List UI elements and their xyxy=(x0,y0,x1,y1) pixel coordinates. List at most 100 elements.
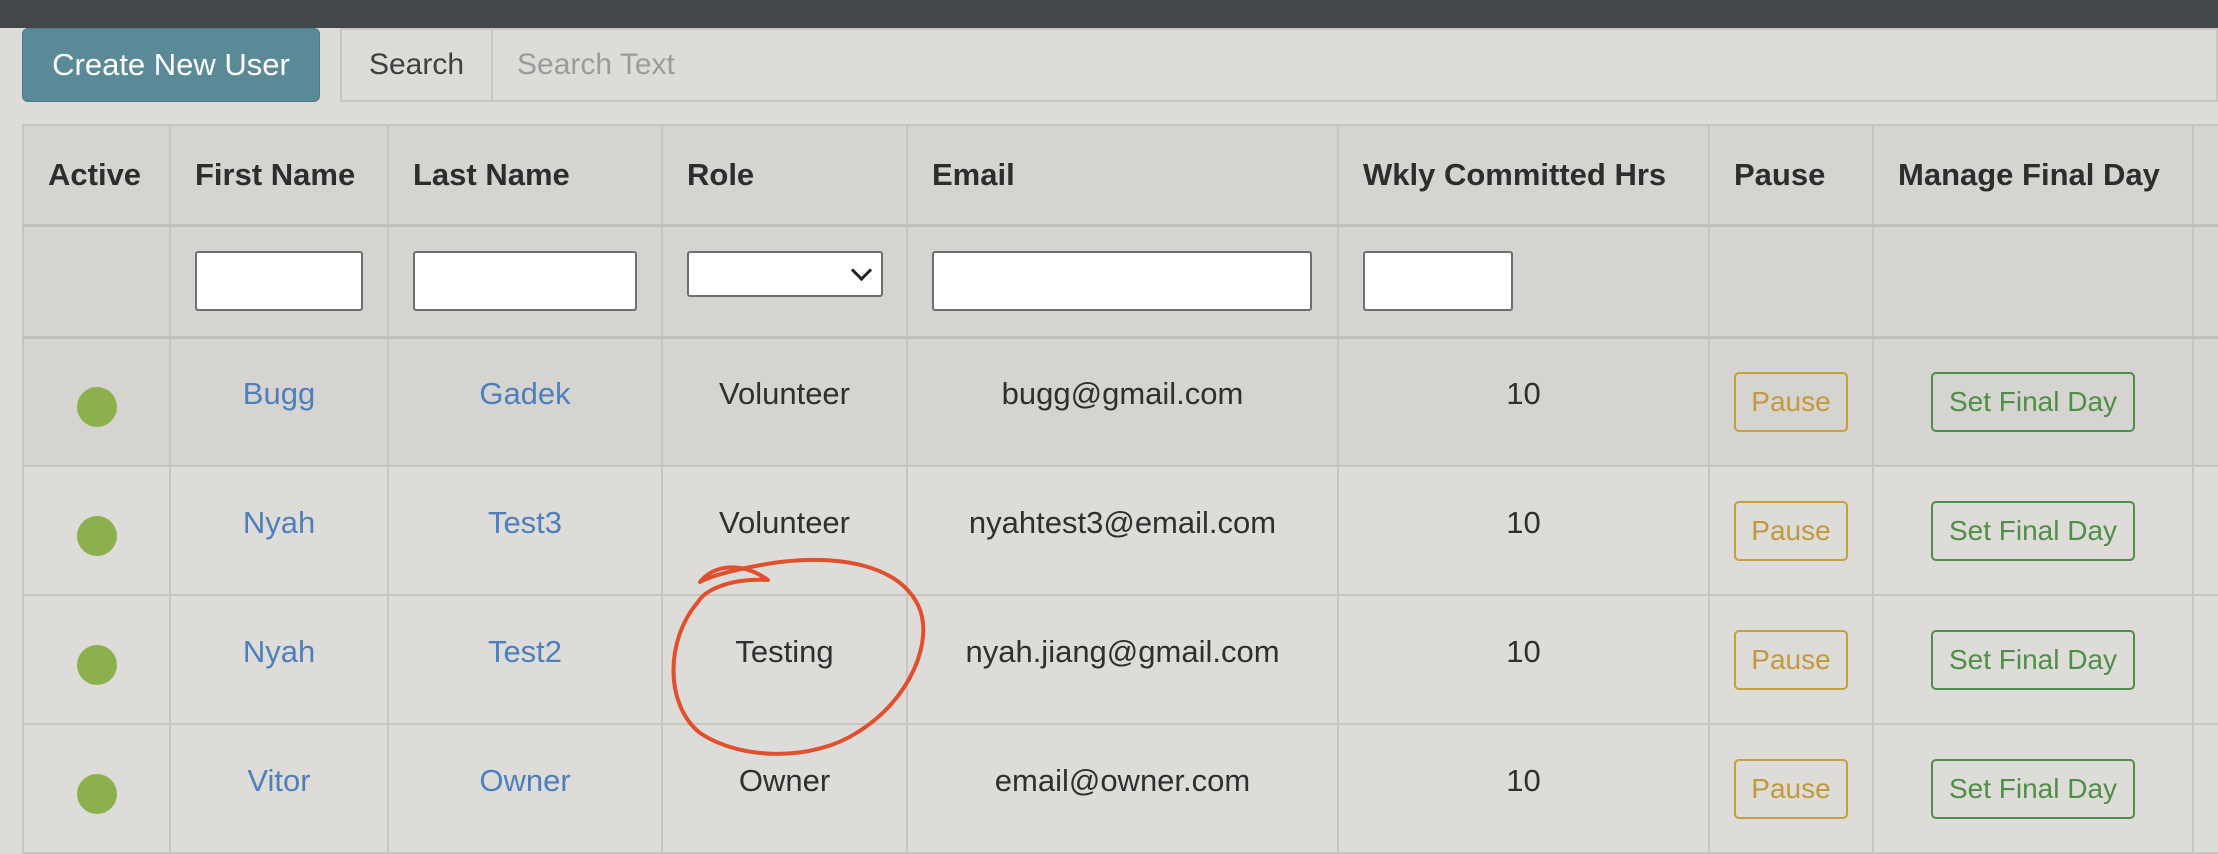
email-text: bugg@gmail.com xyxy=(1001,375,1244,411)
header-extra xyxy=(2192,124,2218,226)
search-bar: Search xyxy=(340,28,2218,102)
first-name-link[interactable]: Nyah xyxy=(243,505,315,540)
hours-cell: 10 xyxy=(1337,465,1710,596)
email-cell: bugg@gmail.com xyxy=(906,336,1339,467)
pause-button[interactable]: Pause xyxy=(1734,758,1848,819)
role-cell: Volunteer xyxy=(661,336,908,467)
chevron-down-icon xyxy=(850,259,873,282)
set-final-day-button[interactable]: Set Final Day xyxy=(1931,371,2135,432)
email-cell: nyah.jiang@gmail.com xyxy=(906,594,1339,725)
role-text: Volunteer xyxy=(719,504,850,540)
pause-button[interactable]: Pause xyxy=(1734,371,1848,432)
last-name-cell: Gadek xyxy=(387,336,663,467)
header-last-name[interactable]: Last Name xyxy=(387,124,663,226)
hours-cell: 10 xyxy=(1337,336,1710,467)
first-name-cell: Nyah xyxy=(169,594,389,725)
filter-hours-cell xyxy=(1337,223,1710,339)
last-name-cell: Test3 xyxy=(387,465,663,596)
hours-cell: 10 xyxy=(1337,594,1710,725)
last-name-cell: Owner xyxy=(387,723,663,854)
filter-extra-cell xyxy=(2192,223,2218,339)
filter-first-name-cell xyxy=(169,223,389,339)
table-header-row: Active First Name Last Name Role Email W… xyxy=(22,124,2218,226)
final-day-cell: Set Final Day xyxy=(1872,336,2194,467)
filter-last-name-cell xyxy=(387,223,663,339)
last-name-link[interactable]: Owner xyxy=(479,763,570,798)
final-day-cell: Set Final Day xyxy=(1872,723,2194,854)
table-row: Nyah Test2 Testing nyah.jiang@gmail.com … xyxy=(22,594,2218,725)
last-name-link[interactable]: Gadek xyxy=(479,376,570,411)
hours-text: 10 xyxy=(1506,633,1541,669)
pause-cell: Pause xyxy=(1708,723,1874,854)
role-cell: Testing xyxy=(661,594,908,725)
create-new-user-button[interactable]: Create New User xyxy=(22,28,320,102)
role-text: Testing xyxy=(735,633,834,669)
email-text: nyahtest3@email.com xyxy=(968,504,1277,540)
final-day-cell: Set Final Day xyxy=(1872,465,2194,596)
top-nav-bar xyxy=(0,0,2218,28)
filter-pause-cell xyxy=(1708,223,1874,339)
filter-last-name-input[interactable] xyxy=(413,251,637,311)
first-name-link[interactable]: Nyah xyxy=(243,634,315,669)
first-name-cell: Bugg xyxy=(169,336,389,467)
filter-email-input[interactable] xyxy=(932,251,1312,311)
set-final-day-button[interactable]: Set Final Day xyxy=(1931,629,2135,690)
hours-text: 10 xyxy=(1506,375,1541,411)
header-manage-final-day: Manage Final Day xyxy=(1872,124,2194,226)
set-final-day-button[interactable]: Set Final Day xyxy=(1931,758,2135,819)
extra-cell xyxy=(2192,465,2218,596)
role-text: Owner xyxy=(738,762,831,798)
table-row: Nyah Test3 Volunteer nyahtest3@email.com… xyxy=(22,465,2218,596)
extra-cell xyxy=(2192,336,2218,467)
first-name-link[interactable]: Bugg xyxy=(243,376,315,411)
filter-final-day-cell xyxy=(1872,223,2194,339)
hours-text: 10 xyxy=(1506,504,1541,540)
set-final-day-button[interactable]: Set Final Day xyxy=(1931,500,2135,561)
first-name-cell: Nyah xyxy=(169,465,389,596)
user-table-container: Active First Name Last Name Role Email W… xyxy=(22,124,2218,854)
first-name-cell: Vitor xyxy=(169,723,389,854)
filter-active-cell xyxy=(22,223,171,339)
table-row: Bugg Gadek Volunteer bugg@gmail.com 10 P… xyxy=(22,336,2218,467)
active-cell xyxy=(22,336,171,467)
filter-first-name-input[interactable] xyxy=(195,251,363,311)
active-status-dot xyxy=(76,515,117,556)
active-status-dot xyxy=(76,773,117,814)
first-name-link[interactable]: Vitor xyxy=(247,763,310,798)
last-name-link[interactable]: Test2 xyxy=(488,634,562,669)
filter-role-select[interactable] xyxy=(687,251,883,297)
email-cell: email@owner.com xyxy=(906,723,1339,854)
header-active[interactable]: Active xyxy=(22,124,171,226)
header-pause: Pause xyxy=(1708,124,1874,226)
pause-button[interactable]: Pause xyxy=(1734,629,1848,690)
final-day-cell: Set Final Day xyxy=(1872,594,2194,725)
header-role[interactable]: Role xyxy=(661,124,908,226)
email-text: nyah.jiang@gmail.com xyxy=(965,633,1280,669)
active-cell xyxy=(22,723,171,854)
last-name-cell: Test2 xyxy=(387,594,663,725)
pause-cell: Pause xyxy=(1708,594,1874,725)
extra-cell xyxy=(2192,723,2218,854)
filter-role-cell xyxy=(661,223,908,339)
pause-button[interactable]: Pause xyxy=(1734,500,1848,561)
table-row: Vitor Owner Owner email@owner.com 10 Pau… xyxy=(22,723,2218,854)
active-status-dot xyxy=(76,386,117,427)
user-table: Active First Name Last Name Role Email W… xyxy=(22,124,2218,854)
pause-cell: Pause xyxy=(1708,336,1874,467)
hours-text: 10 xyxy=(1506,762,1541,798)
role-text: Volunteer xyxy=(719,375,850,411)
active-cell xyxy=(22,594,171,725)
active-status-dot xyxy=(76,644,117,685)
filter-hours-input[interactable] xyxy=(1363,251,1513,311)
header-email[interactable]: Email xyxy=(906,124,1339,226)
search-input[interactable] xyxy=(493,28,2218,102)
filter-email-cell xyxy=(906,223,1339,339)
active-cell xyxy=(22,465,171,596)
email-cell: nyahtest3@email.com xyxy=(906,465,1339,596)
last-name-link[interactable]: Test3 xyxy=(488,505,562,540)
extra-cell xyxy=(2192,594,2218,725)
search-label: Search xyxy=(340,28,493,102)
role-cell: Owner xyxy=(661,723,908,854)
header-weekly-hours[interactable]: Wkly Committed Hrs xyxy=(1337,124,1710,226)
header-first-name[interactable]: First Name xyxy=(169,124,389,226)
